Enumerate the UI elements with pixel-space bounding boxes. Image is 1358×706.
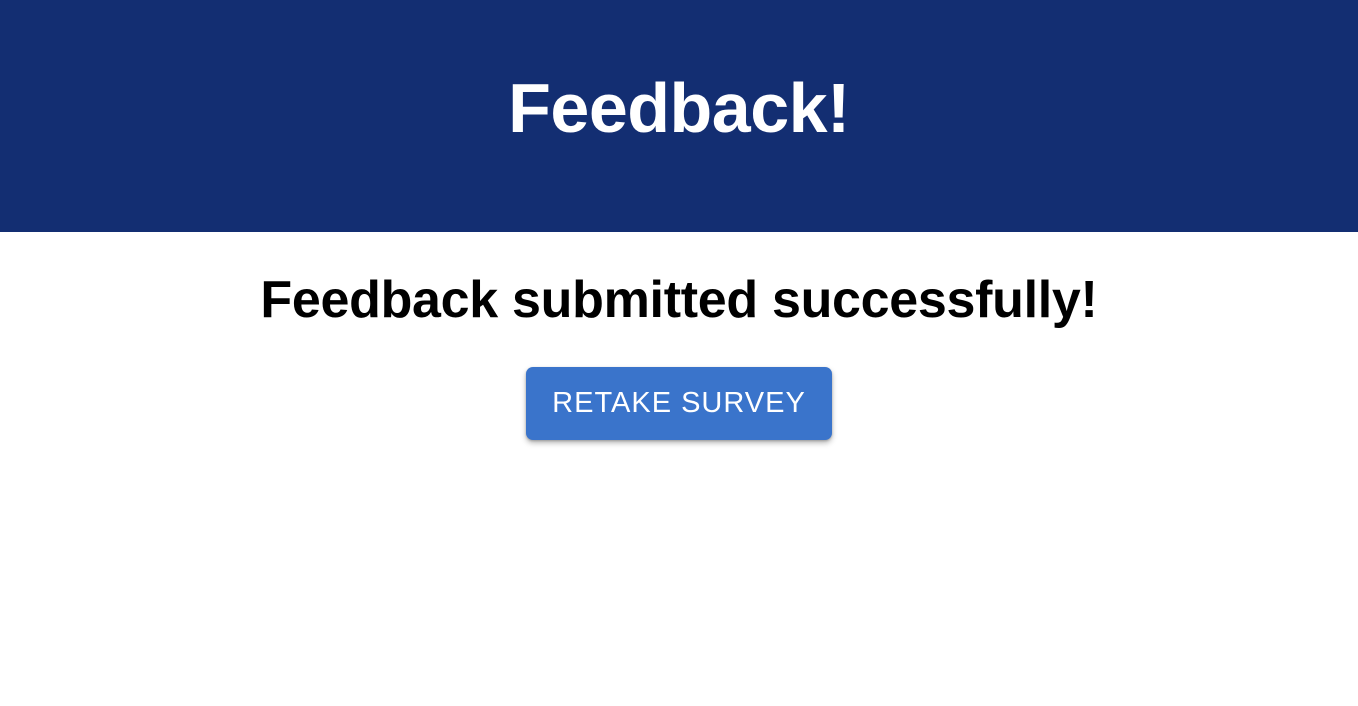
- success-message: Feedback submitted successfully!: [260, 271, 1098, 329]
- header-banner: Feedback!: [0, 0, 1358, 232]
- page: Feedback! Feedback submitted successfull…: [0, 0, 1358, 706]
- main-content: Feedback submitted successfully! RETAKE …: [0, 232, 1358, 440]
- page-title: Feedback!: [508, 69, 850, 147]
- retake-survey-button[interactable]: RETAKE SURVEY: [526, 367, 832, 440]
